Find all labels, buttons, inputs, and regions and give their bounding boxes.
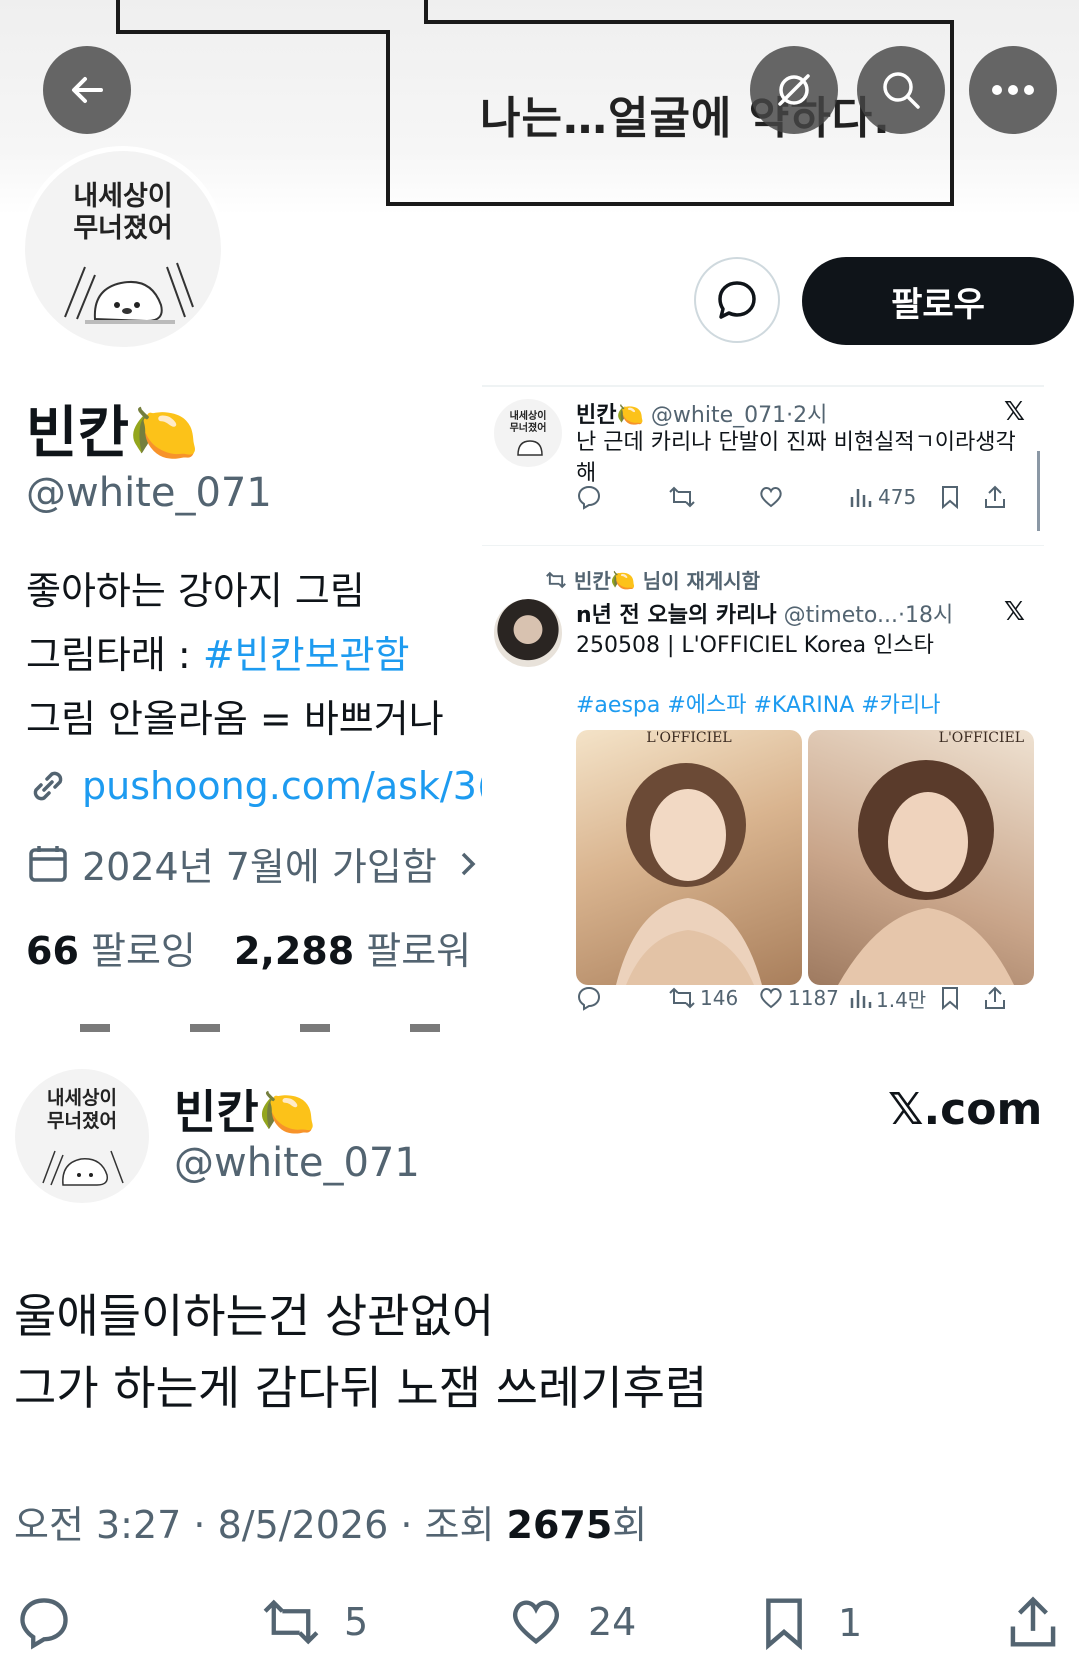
profile-handle: @white_071 <box>26 470 272 516</box>
profile-link-row[interactable]: pushoong.com/ask/3( <box>26 764 482 808</box>
tweet2-hashtags[interactable]: #aespa #에스파 #KARINA #카리나 <box>576 687 940 719</box>
profile-avatar[interactable]: 내세상이 무너졌어 <box>20 146 226 352</box>
tweet2-text: 250508 | L'OFFICIEL Korea 인스타 <box>576 633 934 658</box>
profile-display-name: 빈칸🍋 <box>26 401 199 466</box>
woman-portrait <box>838 760 1014 985</box>
views-chart-icon <box>850 489 872 507</box>
quote-likes[interactable]: 24 <box>506 1594 636 1650</box>
bio-line-2: 그림타래 : #빈칸보관함 <box>26 633 410 677</box>
tweet1-header: 빈칸🍋 @white_071·2시 <box>576 403 828 428</box>
more-dots-icon <box>992 85 1034 95</box>
grok-icon <box>778 74 810 106</box>
grok-button[interactable] <box>750 46 838 134</box>
arrow-left-icon <box>72 77 103 103</box>
tweet2-retweets[interactable]: 146 <box>668 985 738 1011</box>
like-icon[interactable] <box>758 484 784 510</box>
link-icon <box>33 771 63 801</box>
cut-off-tabs <box>80 1024 480 1032</box>
tweet2-photo-1[interactable]: L'OFFICIEL <box>576 730 802 985</box>
quote-bookmarks[interactable]: 1 <box>756 1594 862 1652</box>
dog-drawing <box>64 262 194 324</box>
lemon-emoji: 🍋 <box>129 401 199 466</box>
divider <box>482 545 1044 546</box>
quote-handle: @white_071 <box>174 1140 420 1186</box>
site-watermark: 𝕏.com <box>888 1084 1043 1135</box>
retweet-icon <box>263 1599 319 1645</box>
follow-button[interactable]: 팔로우 <box>802 257 1074 345</box>
woman-portrait <box>616 763 762 985</box>
bookmark-icon[interactable] <box>938 484 962 510</box>
share-icon[interactable] <box>982 484 1008 510</box>
bookmark-icon[interactable] <box>938 985 962 1011</box>
bio-line-1: 좋아하는 강아지 그림 <box>26 569 365 613</box>
repost-indicator: 빈칸 🍋 님이 재게시함 <box>544 565 760 594</box>
more-button[interactable] <box>969 46 1057 134</box>
search-button[interactable] <box>857 46 945 134</box>
avatar-caption: 내세상이 무너졌어 <box>73 181 173 245</box>
bio-line-3: 그림 안올라옴 = 바쁘거나 <box>26 697 444 741</box>
calendar-icon <box>29 845 67 882</box>
chat-bubble-icon <box>718 281 756 319</box>
views-chart-icon <box>850 990 872 1008</box>
tweet2-views[interactable]: 1.4만 <box>848 984 926 1013</box>
tweet-screenshot-overlay: 내세상이 무너졌어 빈칸🍋 @white_071·2시 𝕏 난 근데 카리나 단발… <box>482 385 1044 1030</box>
quote-display-name: 빈칸🍋 <box>174 1085 316 1139</box>
lemon-emoji: 🍋 <box>258 1085 316 1139</box>
tweet1-avatar[interactable]: 내세상이 무너졌어 <box>492 397 564 469</box>
tweet2-likes[interactable]: 1187 <box>758 985 839 1011</box>
following-stat[interactable]: 66 팔로잉 <box>26 929 196 973</box>
divider <box>482 385 1044 387</box>
quote-retweets[interactable]: 5 <box>258 1594 368 1650</box>
like-icon <box>760 988 782 1009</box>
tweet1-views[interactable]: 475 <box>848 485 916 509</box>
message-button[interactable] <box>694 257 780 343</box>
reply-icon[interactable] <box>576 985 602 1011</box>
tweet2-avatar[interactable] <box>492 597 564 669</box>
search-icon <box>883 72 920 109</box>
quote-meta: 오전 3:27 · 8/5/2026 · 조회 2675회 <box>14 1503 648 1547</box>
retweet-icon[interactable] <box>668 484 696 510</box>
like-icon <box>512 1600 560 1645</box>
quote-actions: 5 24 1 <box>14 1588 1064 1658</box>
reply-icon[interactable] <box>576 484 602 510</box>
reply-icon[interactable] <box>16 1594 72 1650</box>
chevron-right-icon[interactable] <box>453 849 483 879</box>
bookmark-icon <box>766 1598 802 1651</box>
quote-text: 울애들이하는건 상관없어 그가 하는게 감다뒤 노잼 쓰레기후렴 <box>14 1289 708 1415</box>
scrollbar[interactable] <box>1037 451 1040 531</box>
tweet2-header: n년 전 오늘의 카리나 @timeto...·18시 <box>576 603 954 628</box>
x-logo-icon: 𝕏 <box>1004 397 1025 427</box>
followers-stat[interactable]: 2,288 팔로워 <box>234 929 471 973</box>
tweet2-photo-2[interactable]: L'OFFICIEL <box>808 730 1034 985</box>
back-button[interactable] <box>43 46 131 134</box>
retweet-icon <box>669 987 695 1009</box>
bio-hashtag-link[interactable]: #빈칸보관함 <box>203 633 410 677</box>
x-logo-icon: 𝕏 <box>1004 597 1025 627</box>
follow-stats: 66 팔로잉 2,288 팔로워 <box>26 920 471 975</box>
dog-drawing <box>517 440 543 456</box>
tweet1-text: 난 근데 카리나 단발이 진짜 비현실적ㄱ이라생각 해 <box>576 430 1016 486</box>
retweet-icon <box>546 571 566 588</box>
profile-link[interactable]: pushoong.com/ask/3( <box>82 764 482 808</box>
share-icon[interactable] <box>982 985 1008 1011</box>
share-icon[interactable] <box>1004 1592 1062 1652</box>
quote-avatar[interactable]: 내세상이 무너졌어 <box>12 1066 152 1206</box>
join-date-row: 2024년 7월에 가입함 <box>26 836 483 891</box>
dog-drawing <box>42 1150 124 1186</box>
